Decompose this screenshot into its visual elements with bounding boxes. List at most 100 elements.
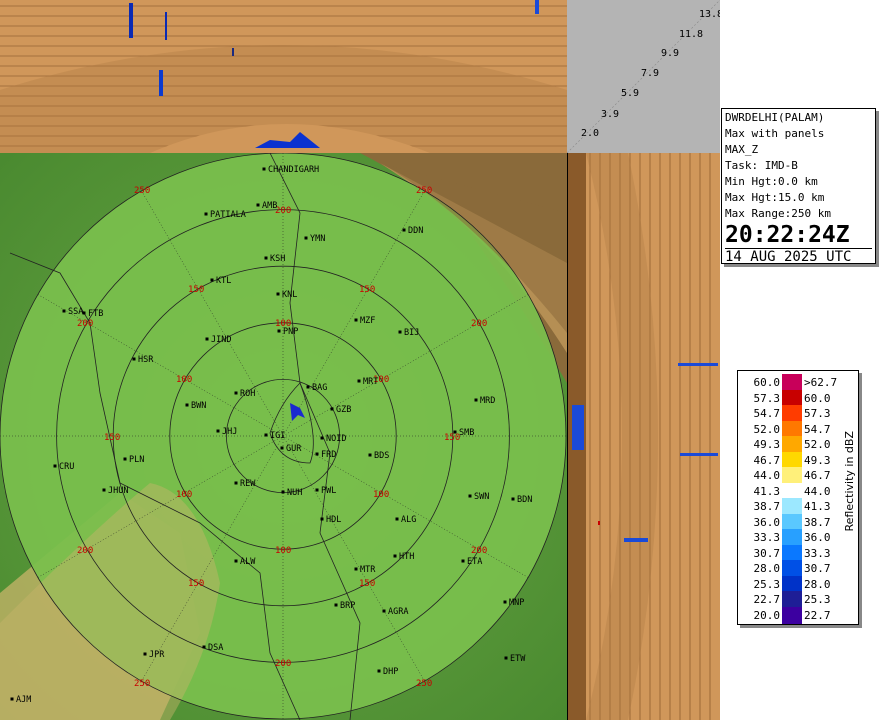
place-label-mrt: MRT <box>363 377 378 387</box>
top-echo-5 <box>232 48 234 56</box>
legend-low-value: 33.3 <box>753 531 781 544</box>
place-label-ddn: DDN <box>408 226 423 236</box>
place-label-noid: NOID <box>326 434 346 444</box>
legend-low-value: 30.7 <box>753 546 781 560</box>
radar-map-svg: 250 250 250 250 200 200 200 200 200 200 … <box>0 153 567 720</box>
place-label-mnp: MNP <box>509 598 524 608</box>
place-marker <box>280 446 284 450</box>
place-label-alg: ALG <box>401 515 416 525</box>
place-label-cru: CRU <box>59 462 74 472</box>
place-marker <box>234 559 238 563</box>
place-marker <box>143 652 147 656</box>
place-marker <box>315 452 319 456</box>
legend-color-swatch <box>782 529 802 546</box>
place-marker <box>304 236 308 240</box>
legend-high-value: 33.3 <box>804 546 831 560</box>
legend-high-value: 28.0 <box>804 577 831 591</box>
range-label-100-se: 100 <box>373 490 389 500</box>
place-marker <box>53 464 57 468</box>
range-label-200-w: 200 <box>77 319 93 329</box>
place-marker <box>368 453 372 457</box>
top-echo-2 <box>165 12 167 40</box>
place-label-mtr: MTR <box>360 565 376 575</box>
range-label-100-nw: 100 <box>176 375 192 385</box>
legend-color-swatch <box>782 436 802 453</box>
top-cross-section-panel <box>0 0 567 154</box>
max-height: Max Hgt:15.0 km <box>725 191 825 204</box>
place-label-bij: BIJ <box>404 328 419 338</box>
place-label-etw: ETW <box>510 654 526 664</box>
legend-low-value: 54.7 <box>753 407 781 420</box>
place-label-jhun: JHUN <box>108 486 128 496</box>
top-cross-section-svg <box>0 0 567 153</box>
place-label-bag: BAG <box>312 383 327 393</box>
legend-low-value: 36.0 <box>753 515 781 529</box>
legend-high-value: 46.7 <box>804 469 831 482</box>
place-marker <box>453 430 457 434</box>
range-label-150-nw: 150 <box>188 285 204 295</box>
place-marker <box>234 391 238 395</box>
legend-low-value: 49.3 <box>753 438 781 451</box>
place-marker <box>132 357 136 361</box>
top-echo-1 <box>129 3 133 38</box>
legend-high-value: 49.3 <box>804 453 831 467</box>
height-label-13.8: 13.8 <box>699 9 720 20</box>
place-label-ksh: KSH <box>270 254 285 264</box>
place-marker <box>320 517 324 521</box>
place-label-mzf: MZF <box>360 316 375 326</box>
height-label-11.8: 11.8 <box>679 29 703 40</box>
place-label-jind: JIND <box>211 335 231 345</box>
legend-high-value: 36.0 <box>804 531 831 544</box>
place-label-gzb: GZB <box>336 405 351 415</box>
place-label-chandigarh: CHANDIGARH <box>268 165 319 175</box>
place-label-brp: BRP <box>340 601 355 611</box>
place-marker <box>205 337 209 341</box>
legend-color-swatch <box>782 513 802 531</box>
place-marker <box>264 256 268 260</box>
place-label-bdn: BDN <box>517 495 532 505</box>
legend-color-swatch <box>782 560 802 577</box>
range-label-150-w: 150 <box>104 433 120 443</box>
range-label-250-ne: 250 <box>416 186 432 196</box>
place-label-hdl: HDL <box>326 515 341 525</box>
place-marker <box>395 517 399 521</box>
top-echo-3 <box>159 70 163 96</box>
legend-low-value: 46.7 <box>753 453 781 467</box>
max-range: Max Range:250 km <box>725 207 831 220</box>
legend-low-value: 22.7 <box>753 593 781 606</box>
place-marker <box>461 559 465 563</box>
side-echo-2 <box>678 363 718 366</box>
range-label-150-sw: 150 <box>188 579 204 589</box>
legend-low-value: 52.0 <box>753 422 781 436</box>
place-marker <box>382 609 386 613</box>
place-marker <box>402 228 406 232</box>
place-marker <box>377 669 381 673</box>
place-label-dsa: DSA <box>208 643 223 653</box>
height-label-5.9: 5.9 <box>621 88 639 99</box>
place-label-frd: FRD <box>321 450 336 460</box>
place-marker <box>503 600 507 604</box>
legend-low-value: 44.0 <box>753 469 781 482</box>
place-label-amb: AMB <box>262 201 277 211</box>
place-marker <box>281 490 285 494</box>
range-label-250-sw: 250 <box>134 679 150 689</box>
range-label-150-ne: 150 <box>359 285 375 295</box>
place-label-ajm: AJM <box>16 695 31 705</box>
height-label-svg: 13.8 11.8 9.9 7.9 5.9 3.9 2.0 <box>567 0 720 153</box>
place-label-pln: PLN <box>129 455 144 465</box>
field-name: MAX_Z <box>725 143 759 156</box>
height-label-panel: 13.8 11.8 9.9 7.9 5.9 3.9 2.0 <box>567 0 720 153</box>
range-label-200-sw: 200 <box>77 546 93 556</box>
radar-map-panel: 250 250 250 250 200 200 200 200 200 200 … <box>0 153 568 720</box>
place-marker <box>202 645 206 649</box>
place-marker <box>320 436 324 440</box>
legend-low-value: 60.0 <box>753 376 781 389</box>
place-marker <box>62 309 66 313</box>
place-marker <box>277 329 281 333</box>
legend-color-swatch <box>782 420 802 438</box>
place-marker <box>354 567 358 571</box>
place-marker <box>262 167 266 171</box>
radar-info-box: DWRDELHI(PALAM) Max with panels MAX_Z Ta… <box>721 108 876 265</box>
place-marker <box>210 278 214 282</box>
range-label-150-se: 150 <box>359 579 375 589</box>
